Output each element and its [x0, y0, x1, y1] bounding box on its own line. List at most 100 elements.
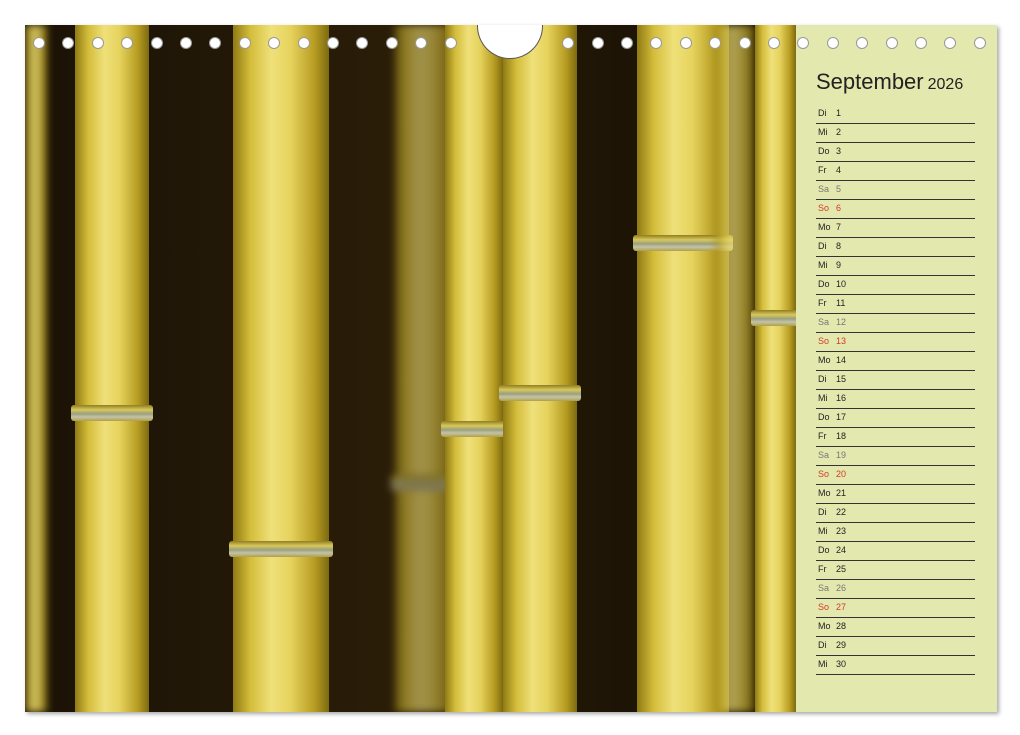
day-number: 28 — [836, 621, 847, 631]
weekday-label: Sa — [818, 583, 830, 593]
binding-hole — [650, 37, 663, 49]
calendar-page: September 2026 Di 1 Mi 2 Do 3 Fr 4 Sa 5 So 6 Mo 7 Di 8 Mi… — [25, 25, 997, 712]
day-row: Sa 5 — [816, 181, 975, 200]
weekday-label: Sa — [818, 450, 830, 460]
day-row: Di 29 — [816, 637, 975, 656]
day-row: Do 3 — [816, 143, 975, 162]
day-row: Mi 30 — [816, 656, 975, 675]
weekday-label: Mi — [818, 526, 828, 536]
binding-hole — [62, 37, 75, 49]
day-row: So 13 — [816, 333, 975, 352]
day-row: Do 24 — [816, 542, 975, 561]
bamboo-node — [441, 421, 507, 437]
weekday-label: So — [818, 203, 830, 213]
bamboo-node — [71, 405, 153, 421]
day-row: Mo 28 — [816, 618, 975, 637]
month-title: September 2026 — [816, 69, 963, 95]
day-number: 2 — [836, 127, 842, 137]
binding-hole — [238, 37, 251, 49]
day-number: 12 — [836, 317, 847, 327]
weekday-label: Do — [818, 545, 830, 555]
binding-hole — [973, 37, 986, 49]
weekday-label: Sa — [818, 317, 830, 327]
weekday-label: Sa — [818, 184, 830, 194]
binding-hole — [768, 37, 780, 49]
bamboo-node — [751, 310, 796, 326]
day-number: 20 — [836, 469, 847, 479]
weekday-label: Fr — [818, 431, 827, 441]
binding-hole — [91, 37, 104, 49]
weekday-label: So — [818, 469, 830, 479]
binding-hole — [562, 37, 575, 49]
weekday-label: Mi — [818, 260, 828, 270]
day-row: So 27 — [816, 599, 975, 618]
binding-hole — [856, 37, 869, 49]
day-row: Mo 14 — [816, 352, 975, 371]
weekday-label: Di — [818, 640, 827, 650]
binding-hole — [121, 37, 134, 49]
month-name: September — [816, 69, 924, 94]
day-number: 23 — [836, 526, 847, 536]
day-number: 25 — [836, 564, 847, 574]
day-number: 21 — [836, 488, 847, 498]
day-row: Sa 12 — [816, 314, 975, 333]
binding-hole — [738, 37, 751, 49]
weekday-label: Fr — [818, 298, 827, 308]
day-number: 16 — [836, 393, 847, 403]
day-number: 24 — [836, 545, 847, 555]
day-row: Sa 26 — [816, 580, 975, 599]
day-number: 13 — [836, 336, 847, 346]
day-number: 15 — [836, 374, 847, 384]
day-number: 4 — [836, 165, 842, 175]
binding-hole — [268, 37, 281, 49]
bamboo-stalk — [499, 25, 581, 712]
day-row: Mi 9 — [816, 257, 975, 276]
day-number: 7 — [836, 222, 842, 232]
day-number: 26 — [836, 583, 847, 593]
day-row: Mo 21 — [816, 485, 975, 504]
day-number: 29 — [836, 640, 847, 650]
binding-hole — [944, 37, 957, 49]
binding-hole — [297, 37, 310, 49]
day-row: So 20 — [816, 466, 975, 485]
bamboo-stalk — [715, 25, 755, 712]
date-panel: September 2026 Di 1 Mi 2 Do 3 Fr 4 Sa 5 So 6 Mo 7 Di 8 Mi… — [796, 25, 997, 712]
day-row: Do 17 — [816, 409, 975, 428]
bamboo-stalk — [751, 25, 796, 712]
day-number: 5 — [836, 184, 842, 194]
binding-hole — [180, 37, 192, 49]
weekday-label: Fr — [818, 564, 827, 574]
binding-hole — [826, 37, 839, 49]
weekday-label: Do — [818, 412, 830, 422]
weekday-label: Mo — [818, 355, 831, 365]
binding-hole — [679, 37, 692, 49]
binding-hole — [327, 37, 339, 49]
day-row: So 6 — [816, 200, 975, 219]
day-row: Mi 23 — [816, 523, 975, 542]
day-number: 19 — [836, 450, 847, 460]
day-row: Sa 19 — [816, 447, 975, 466]
day-row: Di 1 — [816, 105, 975, 124]
day-number: 22 — [836, 507, 847, 517]
day-list: Di 1 Mi 2 Do 3 Fr 4 Sa 5 So 6 Mo 7 Di 8 Mi 9 Do 10 Fr 11 Sa 12 S… — [816, 105, 975, 675]
binding-hole — [621, 37, 633, 49]
binding-hole — [415, 37, 428, 49]
day-row: Fr 25 — [816, 561, 975, 580]
bamboo-node — [499, 385, 581, 401]
binding-hole — [33, 37, 45, 49]
weekday-label: So — [818, 602, 830, 612]
day-row: Mi 2 — [816, 124, 975, 143]
day-number: 8 — [836, 241, 842, 251]
day-row: Di 22 — [816, 504, 975, 523]
binding-hole — [150, 37, 163, 49]
day-row: Fr 18 — [816, 428, 975, 447]
day-number: 30 — [836, 659, 847, 669]
binding-hole — [915, 37, 927, 49]
bamboo-photo — [25, 25, 796, 712]
binding-hole — [797, 37, 810, 49]
day-row: Do 10 — [816, 276, 975, 295]
binding-hole — [385, 37, 398, 49]
day-number: 14 — [836, 355, 847, 365]
day-number: 9 — [836, 260, 842, 270]
weekday-label: Mo — [818, 222, 831, 232]
